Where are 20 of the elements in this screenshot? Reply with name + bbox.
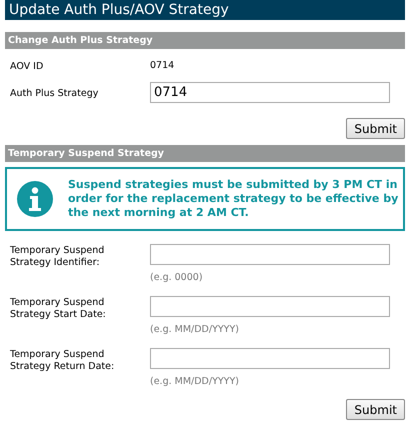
notice-text: Suspend strategies must be submitted by 3 PM CT in order for the replacement strategy to be effective by the next morning at 2 AM CT. bbox=[68, 178, 399, 220]
field-label: AOV ID bbox=[10, 60, 44, 73]
input-field[interactable] bbox=[150, 244, 390, 265]
section-header: Temporary Suspend Strategy bbox=[5, 145, 405, 162]
field-label: Temporary Suspend Strategy Return Date: bbox=[10, 348, 116, 373]
hint-text: (e.g. MM/DD/YYYY) bbox=[150, 376, 240, 387]
field-label: Auth Plus Strategy bbox=[10, 87, 100, 101]
hint-text: (e.g. 0000) bbox=[150, 272, 204, 283]
submit-button[interactable]: Submit bbox=[346, 118, 405, 139]
input-field[interactable]: 0714 bbox=[150, 82, 390, 103]
input-field[interactable] bbox=[150, 296, 390, 317]
input-field[interactable] bbox=[150, 348, 390, 369]
field-label: Temporary Suspend Strategy Start Date: bbox=[10, 296, 107, 321]
field-label: Temporary Suspend Strategy Identifier: bbox=[10, 244, 106, 269]
section-header: Change Auth Plus Strategy bbox=[5, 32, 405, 49]
field-value: 0714 bbox=[150, 60, 176, 71]
page-title: Update Auth Plus/AOV Strategy bbox=[5, 0, 405, 20]
submit-button[interactable]: Submit bbox=[346, 399, 405, 420]
hint-text: (e.g. MM/DD/YYYY) bbox=[150, 324, 240, 335]
info-icon bbox=[17, 181, 53, 217]
